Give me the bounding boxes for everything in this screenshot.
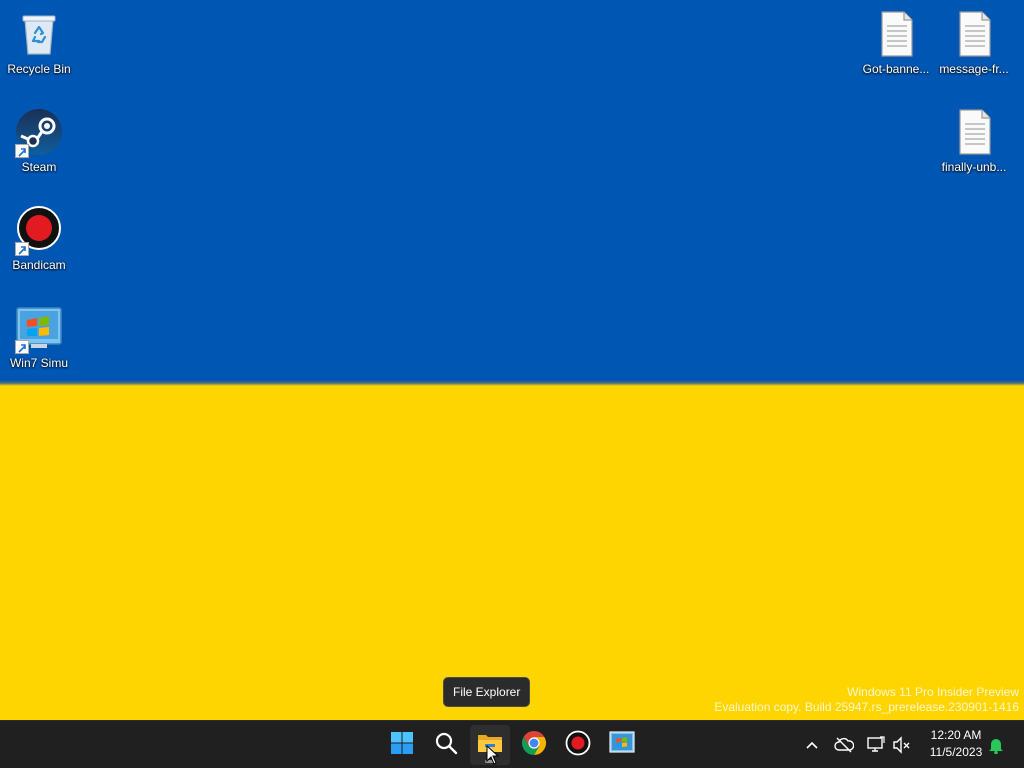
text-file-icon bbox=[950, 10, 998, 58]
watermark-line-1: Windows 11 Pro Insider Preview bbox=[847, 685, 1019, 699]
win7-simu-icon bbox=[15, 304, 63, 354]
desktop-icon-label: Steam bbox=[21, 160, 57, 174]
desktop-icon-message-from[interactable]: message-fr... bbox=[936, 6, 1012, 78]
file-explorer-button[interactable] bbox=[470, 725, 510, 765]
taskbar-clock[interactable]: 12:20 AM 11/5/2023 bbox=[918, 727, 994, 761]
chrome-icon bbox=[521, 730, 547, 761]
chevron-up-icon[interactable] bbox=[802, 735, 822, 755]
volume-muted-icon[interactable] bbox=[892, 735, 912, 755]
desktop-icon-label: Win7 Simu bbox=[9, 356, 68, 370]
bandicam-icon bbox=[15, 206, 63, 256]
desktop-icon-steam[interactable]: Steam bbox=[1, 104, 77, 176]
desktop-icon-label: Recycle Bin bbox=[7, 62, 71, 76]
recycle-bin-icon bbox=[15, 10, 63, 58]
shortcut-arrow-icon bbox=[15, 144, 29, 158]
chrome-button[interactable] bbox=[514, 725, 554, 765]
steam-icon bbox=[15, 108, 63, 158]
watermark-line-2: Evaluation copy. Build 25947.rs_prerelea… bbox=[714, 700, 1019, 714]
search-button[interactable] bbox=[426, 725, 466, 765]
start-button[interactable] bbox=[382, 725, 422, 765]
shortcut-arrow-icon bbox=[15, 340, 29, 354]
mouse-cursor-icon bbox=[486, 744, 500, 768]
desktop-icon-bandicam[interactable]: Bandicam bbox=[1, 202, 77, 274]
windows-start-icon bbox=[390, 731, 414, 760]
network-icon[interactable] bbox=[866, 735, 886, 755]
taskbar: 12:20 AM 11/5/2023 bbox=[0, 720, 1024, 768]
text-file-icon bbox=[872, 10, 920, 58]
evaluation-watermark: Windows 11 Pro Insider Preview Evaluatio… bbox=[714, 685, 1019, 715]
file-explorer-tooltip: File Explorer bbox=[443, 677, 531, 707]
desktop-icon-win7-simu[interactable]: Win7 Simu bbox=[1, 300, 77, 372]
desktop-icon-label: finally-unb... bbox=[941, 160, 1007, 174]
desktop-icon-finally-unbanned[interactable]: finally-unb... bbox=[936, 104, 1012, 176]
clock-date: 11/5/2023 bbox=[929, 745, 983, 759]
win7-simu-taskbar-button[interactable] bbox=[602, 725, 642, 765]
wallpaper-yellow-band bbox=[0, 386, 1024, 720]
desktop[interactable]: Recycle Bin Steam Bandicam Win7 Simu Got… bbox=[0, 0, 1024, 720]
bandicam-record-icon bbox=[565, 730, 591, 761]
win7-simu-icon bbox=[609, 730, 635, 760]
search-icon bbox=[434, 731, 458, 760]
desktop-icon-got-banned[interactable]: Got-banne... bbox=[858, 6, 934, 78]
desktop-icon-recycle-bin[interactable]: Recycle Bin bbox=[1, 6, 77, 78]
shortcut-arrow-icon bbox=[15, 242, 29, 256]
desktop-icon-label: Got-banne... bbox=[862, 62, 930, 76]
bandicam-taskbar-button[interactable] bbox=[558, 725, 598, 765]
desktop-icon-label: Bandicam bbox=[12, 258, 66, 272]
clock-time: 12:20 AM bbox=[930, 728, 982, 742]
text-file-icon bbox=[950, 108, 998, 156]
desktop-icon-label: message-fr... bbox=[939, 62, 1009, 76]
notification-bell-icon[interactable] bbox=[986, 735, 1006, 755]
cloud-offline-icon[interactable] bbox=[834, 735, 854, 755]
